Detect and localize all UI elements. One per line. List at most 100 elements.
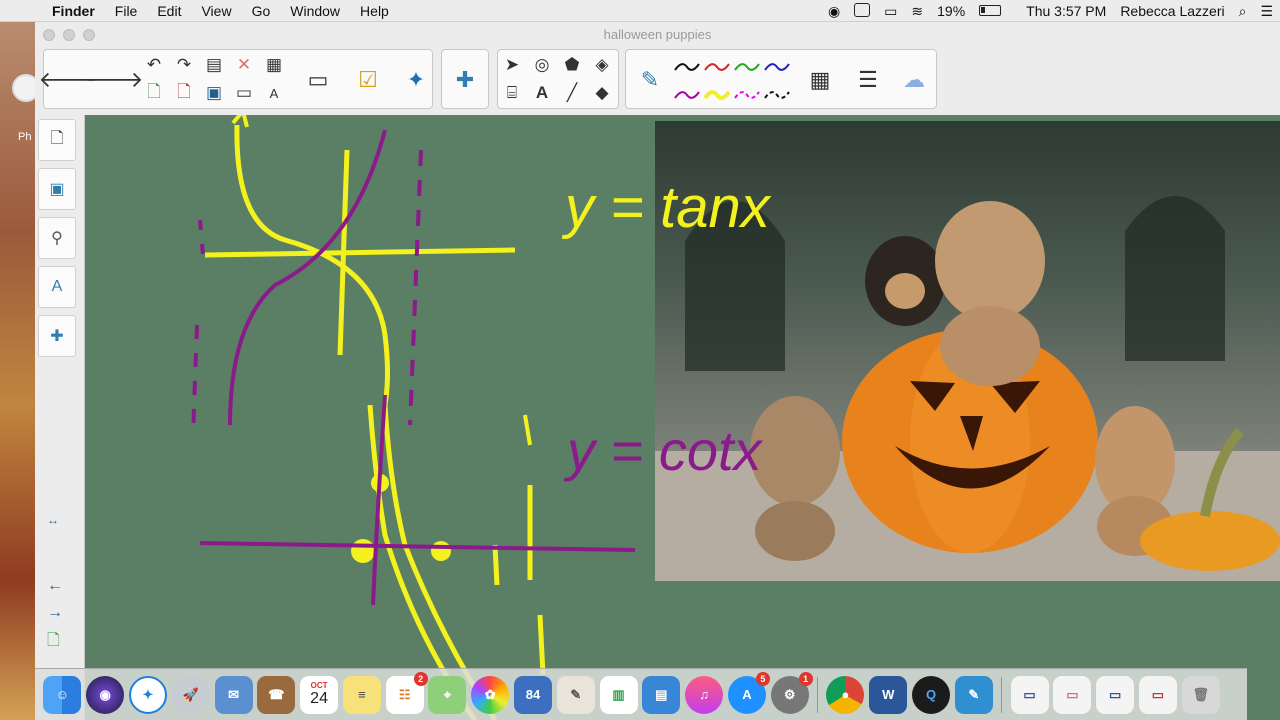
menu-file[interactable]: File (115, 3, 138, 19)
photo-drawing (655, 196, 1280, 581)
response-icon[interactable]: ☑ (346, 52, 390, 108)
pages-icon[interactable]: ✎ (556, 675, 595, 714)
fill-icon[interactable]: ◈ (588, 52, 616, 78)
delete-page-icon[interactable]: 🗋 (170, 80, 198, 106)
screen-share-icon[interactable] (854, 2, 871, 20)
polygon-icon[interactable]: ⬟ (558, 52, 586, 78)
chrome-icon[interactable]: ● (826, 675, 865, 714)
launchpad-icon[interactable]: 🚀 (171, 675, 210, 714)
text-tools-icon[interactable]: A (260, 80, 288, 106)
smart-notebook-window: halloween puppies 🡐 🡒 ↶ ↷ ▤ ✕ ▦ 🗋 🗋 ▣ ▭ … (35, 22, 1280, 720)
spotlight-icon[interactable]: ⌕ (1239, 3, 1247, 20)
undo-icon[interactable]: ↶ (140, 52, 168, 78)
recent-document-3-icon[interactable]: ▭ (1096, 675, 1135, 714)
menu-help[interactable]: Help (360, 3, 389, 19)
redo-icon[interactable]: ↷ (170, 52, 198, 78)
apple-menu-icon[interactable] (20, 2, 38, 20)
pen-icon[interactable]: ✎ (628, 52, 672, 108)
add-ons-tab-icon[interactable]: ✚ (38, 315, 76, 357)
safari-icon[interactable]: ✦ (128, 675, 167, 714)
stats-label: 84 (525, 687, 541, 702)
table-icon[interactable]: ▦ (260, 52, 288, 78)
pen-purple-icon[interactable] (674, 88, 700, 102)
add-page-icon[interactable]: 🗋 (140, 80, 168, 106)
maps-icon[interactable]: ⌖ (428, 675, 467, 714)
notes-icon[interactable]: ≡ (342, 675, 381, 714)
shapes-icon[interactable]: ◎ (528, 52, 556, 78)
pen-magenta-dash-icon[interactable] (734, 88, 760, 102)
recent-document-2-icon[interactable]: ▭ (1053, 675, 1092, 714)
forward-arrow-icon[interactable]: 🡒 (85, 52, 144, 108)
add-ons-icon[interactable]: ✦ (394, 52, 438, 108)
pen-green-icon[interactable] (734, 60, 760, 74)
photos-icon[interactable]: ✿ (471, 675, 510, 714)
clock[interactable]: Thu 3:57 PM (1026, 3, 1106, 19)
halloween-puppies-photo[interactable] (655, 121, 1280, 581)
app-store-icon[interactable]: A5 (727, 671, 770, 714)
recent-document-1-icon[interactable]: ▭ (1010, 675, 1049, 714)
zoom-window-button[interactable] (83, 29, 95, 41)
measure-icon[interactable]: ⌸ (498, 80, 526, 106)
drawing-tools-group: ➤ ◎ ⬟ ◈ ⌸ A ╱ ◆ (497, 49, 619, 109)
pen-yellow-icon[interactable] (704, 88, 730, 102)
menu-window[interactable]: Window (290, 3, 340, 19)
menu-go[interactable]: Go (252, 3, 271, 19)
smart-notebook-icon[interactable]: ✎ (954, 675, 993, 714)
menu-view[interactable]: View (201, 3, 231, 19)
notification-center-icon[interactable]: ☰ (1260, 3, 1273, 20)
new-page-icon[interactable]: 🗋 (47, 629, 60, 656)
page-sorter-icon[interactable]: 🗋 (38, 119, 76, 161)
menu-app-name[interactable]: Finder (52, 3, 95, 19)
keynote-icon[interactable]: ▤ (642, 675, 681, 714)
pen-red-icon[interactable] (704, 60, 730, 74)
contacts-icon[interactable]: ☎ (257, 675, 296, 714)
select-arrow-icon[interactable]: ➤ (498, 52, 526, 78)
menu-bar: Finder File Edit View Go Window Help ◉ ▭… (0, 0, 1280, 22)
pen-blue-icon[interactable] (764, 60, 790, 74)
properties-icon[interactable]: A (38, 266, 76, 308)
recent-document-4-icon[interactable]: ▭ (1138, 675, 1177, 714)
trash-icon[interactable]: 🗑 (1181, 675, 1220, 714)
calendar-icon[interactable]: OCT 24 (300, 675, 339, 714)
clear-page-icon[interactable]: ▤ (200, 52, 228, 78)
music-icon[interactable]: ♫ (685, 675, 724, 714)
airplay-icon[interactable]: ▭ (884, 3, 897, 20)
user-name[interactable]: Rebecca Lazzeri (1120, 3, 1224, 19)
stats-icon[interactable]: 84 (513, 675, 552, 714)
finder-icon[interactable]: ☺ (43, 675, 82, 714)
back-arrow-icon[interactable]: 🡐 (39, 52, 98, 108)
pen-black-icon[interactable] (674, 60, 700, 74)
word-icon[interactable]: W (869, 675, 908, 714)
record-icon[interactable]: ◉ (828, 3, 840, 20)
move-sidebar-icon[interactable]: ↔ (47, 513, 59, 527)
line-icon[interactable]: ╱ (558, 80, 586, 106)
puzzle-icon[interactable]: ✚ (443, 52, 487, 108)
display-icon[interactable]: ▭ (296, 52, 340, 108)
eraser-icon[interactable]: ◆ (588, 80, 616, 106)
pen-black-dash-icon[interactable] (764, 88, 790, 102)
previous-page-icon[interactable]: ← (47, 577, 63, 595)
save-icon[interactable]: ▣ (200, 80, 228, 106)
delete-icon[interactable]: ✕ (230, 52, 258, 78)
color-palette-icon[interactable]: ▦ (798, 52, 842, 108)
close-window-button[interactable] (43, 29, 55, 41)
mail-icon[interactable]: ✉ (214, 675, 253, 714)
quicktime-icon[interactable]: Q (912, 675, 951, 714)
cloud-icon[interactable]: ☁ (892, 52, 936, 108)
screen-shade-icon[interactable]: ▭ (230, 80, 258, 106)
wifi-icon[interactable]: ≋ (911, 3, 923, 20)
numbers-icon[interactable]: ▥ (599, 675, 638, 714)
minimize-window-button[interactable] (63, 29, 75, 41)
whiteboard-canvas[interactable]: y = tanx y = cotx (85, 115, 1280, 720)
system-preferences-icon[interactable]: ⚙ 1 (770, 671, 813, 714)
reminders-icon[interactable]: ☷ 2 (385, 671, 428, 714)
battery-percent[interactable]: 19% (937, 3, 965, 19)
menu-edit[interactable]: Edit (157, 3, 181, 19)
text-icon[interactable]: A (528, 80, 556, 106)
battery-icon[interactable] (979, 3, 1002, 19)
attachments-icon[interactable]: ⚲ (38, 217, 76, 259)
gallery-icon[interactable]: ▣ (38, 168, 76, 210)
next-page-icon[interactable]: → (47, 604, 63, 622)
siri-icon[interactable]: ◉ (86, 675, 125, 714)
line-style-icon[interactable]: ☰ (846, 52, 890, 108)
